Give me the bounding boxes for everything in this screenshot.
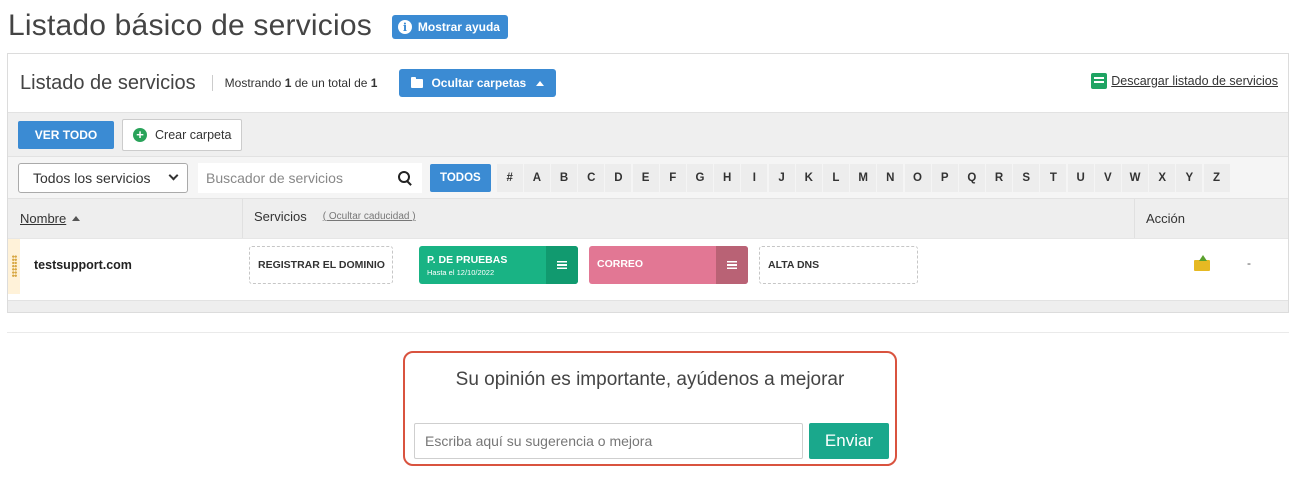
service-menu-button[interactable] [716,246,748,284]
feedback-box: Su opinión es importante, ayúdenos a mej… [403,351,897,466]
letter-filter[interactable]: N [877,163,904,192]
letter-filter-all[interactable]: TODOS [430,163,491,192]
services-panel: Listado de servicios Mostrando 1 de un t… [7,53,1289,313]
sort-ascending-icon [72,216,81,221]
folder-icon [411,76,424,88]
service-test-plan[interactable]: P. DE PRUEBAS Hasta el 12/10/2022 [419,246,578,284]
table-row: testsupport.com REGISTRAR EL DOMINIO P. … [8,238,1288,294]
column-services-label: Servicios [254,209,307,224]
letter-filter[interactable]: V [1094,163,1121,192]
column-action-label: Acción [1146,211,1186,226]
letter-filter[interactable]: Z [1203,163,1230,192]
letter-filter[interactable]: A [523,163,550,192]
letter-filter[interactable]: # [496,163,523,192]
panel-title: Listado de servicios [20,71,196,94]
page-header: Listado básico de servicios i Mostrar ay… [8,8,508,44]
plus-circle-icon: + [133,127,147,142]
panel-footer [8,300,1288,312]
column-name-label: Nombre [20,211,67,226]
sort-by-name[interactable]: Nombre [20,211,81,226]
drag-handle[interactable] [8,239,20,294]
column-divider [242,199,243,239]
chevron-down-icon [168,170,179,181]
letter-filter[interactable]: W [1122,163,1148,192]
letter-filter[interactable]: X [1149,163,1176,192]
letter-filter[interactable]: R [986,163,1013,192]
letter-filter[interactable]: S [1013,163,1040,192]
caret-up-icon [536,80,545,86]
panel-toolbar: VER TODO + Crear carpeta [8,112,1288,156]
letter-filter[interactable]: H [714,163,741,192]
service-label: P. DE PRUEBAS [427,254,508,266]
service-label: REGISTRAR EL DOMINIO [258,259,385,271]
letter-filter[interactable]: C [578,163,605,192]
menu-icon [557,261,567,269]
service-register-domain[interactable]: REGISTRAR EL DOMINIO [249,246,393,284]
letter-filter[interactable]: D [605,163,632,192]
toggle-folders-button[interactable]: Ocultar carpetas [399,69,557,97]
letter-filter[interactable]: J [768,163,795,192]
panel-header: Listado de servicios Mostrando 1 de un t… [8,54,1288,112]
show-help-label: Mostrar ayuda [417,20,500,34]
letter-filter[interactable]: U [1067,163,1094,192]
column-divider [1134,199,1135,239]
service-type-select[interactable]: Todos los servicios [18,162,188,193]
search-icon[interactable] [398,170,412,185]
service-menu-button[interactable] [546,246,578,284]
search-placeholder: Buscador de servicios [206,169,343,186]
letter-filter[interactable]: K [795,163,822,192]
letter-filter[interactable]: O [904,163,931,192]
hide-expiry-link[interactable]: ( Ocultar caducidad ) [323,211,416,222]
create-folder-label: Crear carpeta [155,127,232,142]
domain-name[interactable]: testsupport.com [34,258,132,272]
header-divider [211,75,213,91]
letter-filter[interactable]: M [850,163,877,192]
letter-filter[interactable]: F [659,163,686,192]
view-all-button[interactable]: VER TODO [18,120,114,149]
letter-filter[interactable]: P [931,163,958,192]
info-icon: i [397,20,412,34]
results-count: Mostrando 1 de un total de 1 [224,76,378,90]
feedback-question: Su opinión es importante, ayúdenos a mej… [455,369,845,390]
letter-filter[interactable]: T [1040,163,1067,192]
toggle-folders-label: Ocultar carpetas [431,76,527,90]
letter-filter[interactable]: I [741,163,768,192]
send-feedback-button[interactable]: Enviar [809,423,889,459]
service-email[interactable]: CORREO [589,246,748,284]
letter-filter[interactable]: B [551,163,578,192]
show-help-button[interactable]: i Mostrar ayuda [391,15,508,39]
feedback-input[interactable]: Escriba aquí su sugerencia o mejora [414,423,803,459]
table-header: Nombre Servicios ( Ocultar caducidad ) A… [8,198,1288,239]
download-label: Descargar listado de servicios [1111,74,1278,88]
create-folder-button[interactable]: + Crear carpeta [122,118,243,151]
page-title: Listado básico de servicios [8,9,372,42]
letter-filter[interactable]: G [687,163,713,192]
service-type-value: Todos los servicios [33,169,151,186]
letter-filter[interactable]: E [632,163,659,192]
column-services: Servicios ( Ocultar caducidad ) [254,209,416,224]
service-dns[interactable]: ALTA DNS [759,246,918,284]
download-services-link[interactable]: Descargar listado de servicios [1091,73,1278,89]
folder-move-icon[interactable] [1194,255,1210,271]
filter-bar: Todos los servicios Buscador de servicio… [8,156,1288,198]
letter-filter[interactable]: Q [958,163,985,192]
spreadsheet-icon [1091,73,1108,89]
service-search-input[interactable]: Buscador de servicios [198,162,422,193]
menu-icon [727,261,737,269]
service-label: CORREO [597,258,644,270]
section-divider [7,332,1289,333]
letter-filter[interactable]: Y [1176,163,1203,192]
row-extra: - [1247,256,1251,270]
service-expiry: Hasta el 12/10/2022 [427,268,495,277]
alphabet-filter: TODOS # A B C D E F G H I J K L M N O P Q R S T U V W X Y Z [430,163,1231,192]
service-label: ALTA DNS [768,259,820,271]
letter-filter[interactable]: L [822,163,849,192]
